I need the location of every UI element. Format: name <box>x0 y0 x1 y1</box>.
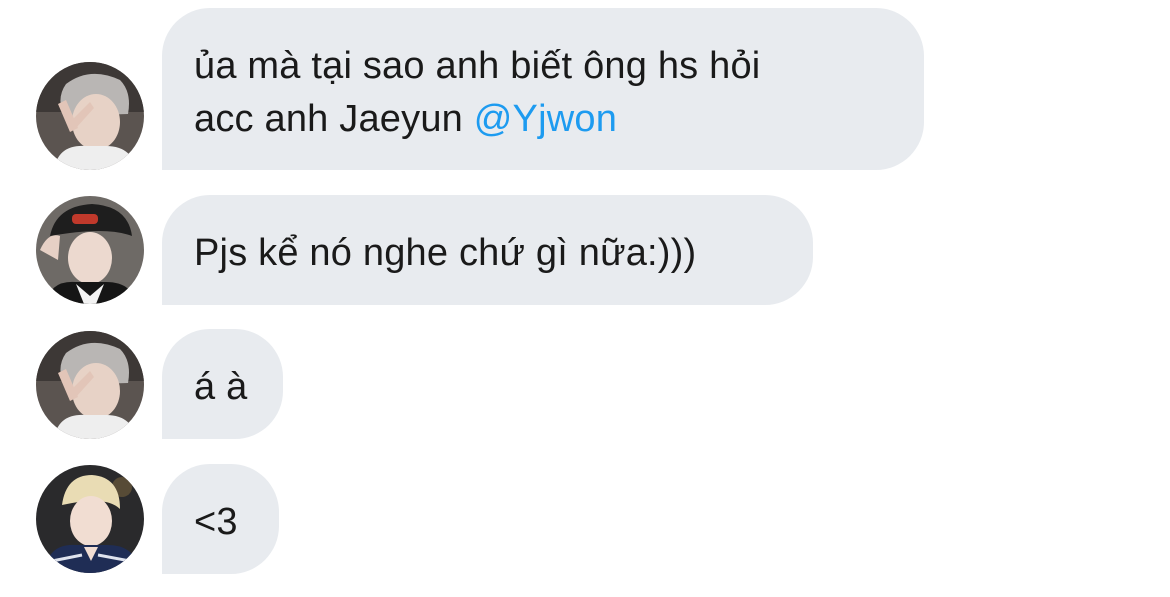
sender-avatar[interactable] <box>36 196 144 304</box>
message-bubble[interactable]: Pjs kể nó nghe chứ gì nữa:))) <box>162 195 813 305</box>
message-bubble[interactable]: ủa mà tại sao anh biết ông hs hỏi acc an… <box>162 8 924 170</box>
message-text: acc anh Jaeyun <box>194 98 474 140</box>
message-text-line: acc anh Jaeyun @Yjwon <box>194 93 892 146</box>
message-text-line: ủa mà tại sao anh biết ông hs hỏi <box>194 45 761 87</box>
avatar-photo-icon <box>36 62 144 170</box>
user-mention-link[interactable]: @Yjwon <box>474 98 617 140</box>
sender-avatar[interactable] <box>36 465 144 573</box>
message-text-line: <3 <box>194 501 238 543</box>
message-bubble[interactable]: á à <box>162 329 283 439</box>
message-bubble[interactable]: <3 <box>162 464 279 574</box>
sender-avatar[interactable] <box>36 331 144 439</box>
avatar-photo-icon <box>36 331 144 439</box>
avatar-photo-icon <box>36 196 144 304</box>
sender-avatar[interactable] <box>36 62 144 170</box>
message-text-line: á à <box>194 366 248 408</box>
avatar-photo-icon <box>36 465 144 573</box>
message-text-line: Pjs kể nó nghe chứ gì nữa:))) <box>194 232 697 274</box>
